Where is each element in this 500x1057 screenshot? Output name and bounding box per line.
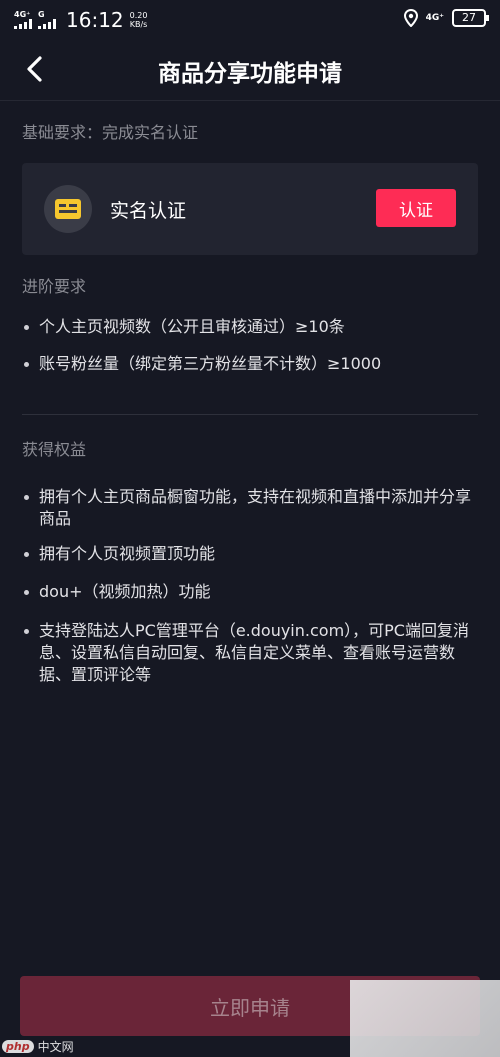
sim2-signal-icon: G	[38, 11, 56, 29]
watermark-text: 中文网	[37, 1040, 74, 1054]
network-type: 4G⁺	[425, 12, 444, 23]
benefits-list-3: dou+（视频加热）功能	[22, 581, 482, 603]
battery-icon: 27	[452, 9, 489, 27]
benefit-item: 拥有个人主页商品橱窗功能，支持在视频和直播中添加并分享商品	[22, 486, 482, 530]
basic-section-title: 基础要求：完成实名认证	[22, 123, 199, 142]
real-name-card: 实名认证 认证	[22, 163, 478, 255]
verify-button[interactable]: 认证	[376, 189, 456, 227]
watermark: php 中文网	[2, 1038, 74, 1055]
status-left: 4G⁺ G 16:12 0.20 KB/s	[14, 8, 147, 32]
id-card-icon	[55, 199, 81, 219]
benefit-item: 支持登陆达人PC管理平台（e.douyin.com），可PC端回复消息、设置私信…	[22, 620, 482, 686]
benefit-item: dou+（视频加热）功能	[22, 581, 482, 603]
sim1-label: 4G⁺	[14, 10, 31, 19]
advanced-list-2: 账号粉丝量（绑定第三方粉丝量不计数）≥1000	[22, 353, 482, 375]
id-card-icon-wrap	[44, 185, 92, 233]
benefits-list-4: 支持登陆达人PC管理平台（e.douyin.com），可PC端回复消息、设置私信…	[22, 620, 482, 686]
sim1-signal-icon: 4G⁺	[14, 11, 32, 29]
advanced-item: 账号粉丝量（绑定第三方粉丝量不计数）≥1000	[22, 353, 482, 375]
benefits-list-2: 拥有个人页视频置顶功能	[22, 543, 482, 565]
speed-unit: KB/s	[129, 20, 148, 29]
network-speed: 0.20 KB/s	[130, 11, 148, 29]
benefits-list: 拥有个人主页商品橱窗功能，支持在视频和直播中添加并分享商品	[22, 486, 482, 530]
divider	[22, 414, 478, 415]
advanced-section-title: 进阶要求	[22, 277, 87, 296]
benefits-section-title: 获得权益	[22, 440, 87, 459]
clock: 16:12	[66, 8, 124, 32]
status-bar: 4G⁺ G 16:12 0.20 KB/s 4G⁺ 27	[0, 0, 500, 38]
status-right: 4G⁺ 27	[403, 9, 489, 27]
real-name-label: 实名认证	[110, 200, 187, 222]
image-overlay-patch	[350, 980, 500, 1057]
advanced-item: 个人主页视频数（公开且审核通过）≥10条	[22, 316, 482, 338]
advanced-list: 个人主页视频数（公开且审核通过）≥10条	[22, 316, 482, 338]
watermark-logo: php	[2, 1040, 34, 1053]
location-icon	[403, 9, 418, 27]
sim2-label: G	[38, 10, 45, 19]
nav-bar: 商品分享功能申请	[0, 38, 500, 101]
speed-value: 0.20	[129, 11, 148, 20]
page-title: 商品分享功能申请	[158, 61, 342, 87]
benefit-item: 拥有个人页视频置顶功能	[22, 543, 482, 565]
